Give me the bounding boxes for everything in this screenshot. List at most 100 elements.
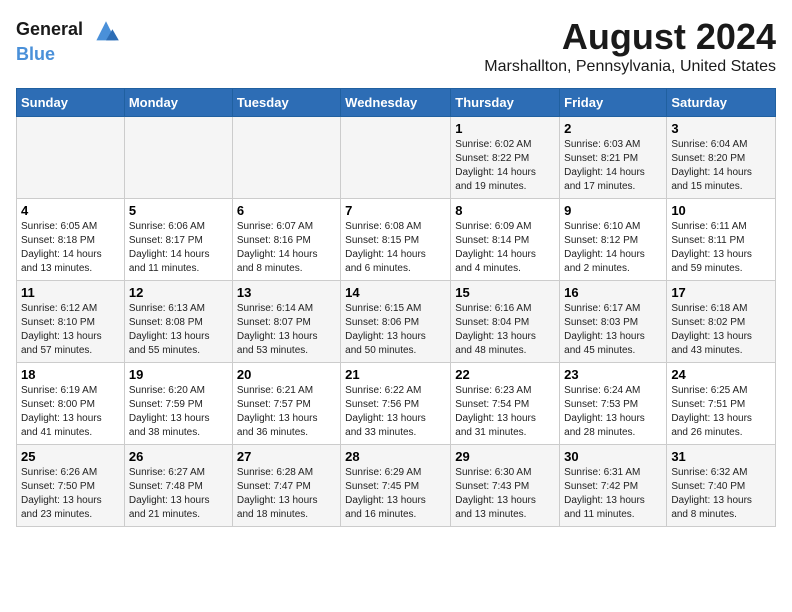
day-number: 1 (455, 121, 555, 136)
day-number: 26 (129, 449, 228, 464)
calendar-cell: 19 Sunrise: 6:20 AM Sunset: 7:59 PM Dayli… (124, 363, 232, 445)
day-info: Sunrise: 6:31 AM Sunset: 7:42 PM Dayligh… (564, 466, 662, 522)
calendar-cell: 28 Sunrise: 6:29 AM Sunset: 7:45 PM Dayli… (341, 445, 451, 527)
calendar-subtitle: Marshallton, Pennsylvania, United States (484, 58, 776, 76)
logo-text-blue: Blue (16, 44, 122, 65)
day-info: Sunrise: 6:12 AM Sunset: 8:10 PM Dayligh… (21, 302, 120, 358)
day-info: Sunrise: 6:17 AM Sunset: 8:03 PM Dayligh… (564, 302, 662, 358)
day-number: 30 (564, 449, 662, 464)
day-info: Sunrise: 6:10 AM Sunset: 8:12 PM Dayligh… (564, 220, 662, 276)
day-info: Sunrise: 6:14 AM Sunset: 8:07 PM Dayligh… (237, 302, 336, 358)
calendar-title: August 2024 (484, 16, 776, 58)
day-info: Sunrise: 6:29 AM Sunset: 7:45 PM Dayligh… (345, 466, 446, 522)
calendar-cell: 25 Sunrise: 6:26 AM Sunset: 7:50 PM Dayli… (17, 445, 125, 527)
calendar-cell: 4Sunrise: 6:05 AM Sunset: 8:18 PM Daylig… (17, 199, 125, 281)
day-info: Sunrise: 6:32 AM Sunset: 7:40 PM Dayligh… (671, 466, 771, 522)
calendar-week-2: 4Sunrise: 6:05 AM Sunset: 8:18 PM Daylig… (17, 199, 776, 281)
header-day-saturday: Saturday (667, 89, 776, 117)
day-info: Sunrise: 6:16 AM Sunset: 8:04 PM Dayligh… (455, 302, 555, 358)
calendar-week-4: 18 Sunrise: 6:19 AM Sunset: 8:00 PM Dayli… (17, 363, 776, 445)
calendar-cell: 20Sunrise: 6:21 AM Sunset: 7:57 PM Dayli… (232, 363, 340, 445)
day-info: Sunrise: 6:18 AM Sunset: 8:02 PM Dayligh… (671, 302, 771, 358)
title-section: August 2024 Marshallton, Pennsylvania, U… (484, 16, 776, 76)
day-number: 7 (345, 203, 446, 218)
header-day-tuesday: Tuesday (232, 89, 340, 117)
day-number: 9 (564, 203, 662, 218)
day-number: 15 (455, 285, 555, 300)
header-day-sunday: Sunday (17, 89, 125, 117)
day-info: Sunrise: 6:04 AM Sunset: 8:20 PM Dayligh… (671, 138, 771, 194)
day-info: Sunrise: 6:26 AM Sunset: 7:50 PM Dayligh… (21, 466, 120, 522)
calendar-cell: 30 Sunrise: 6:31 AM Sunset: 7:42 PM Dayli… (560, 445, 667, 527)
calendar-week-5: 25 Sunrise: 6:26 AM Sunset: 7:50 PM Dayli… (17, 445, 776, 527)
day-number: 18 (21, 367, 120, 382)
calendar-cell: 13 Sunrise: 6:14 AM Sunset: 8:07 PM Dayli… (232, 281, 340, 363)
calendar-cell: 5Sunrise: 6:06 AM Sunset: 8:17 PM Daylig… (124, 199, 232, 281)
day-info: Sunrise: 6:13 AM Sunset: 8:08 PM Dayligh… (129, 302, 228, 358)
calendar-cell (17, 117, 125, 199)
calendar-week-3: 11 Sunrise: 6:12 AM Sunset: 8:10 PM Dayli… (17, 281, 776, 363)
calendar-header: SundayMondayTuesdayWednesdayThursdayFrid… (17, 89, 776, 117)
calendar-cell: 23Sunrise: 6:24 AM Sunset: 7:53 PM Dayli… (560, 363, 667, 445)
day-number: 3 (671, 121, 771, 136)
day-number: 23 (564, 367, 662, 382)
day-info: Sunrise: 6:21 AM Sunset: 7:57 PM Dayligh… (237, 384, 336, 440)
day-number: 8 (455, 203, 555, 218)
calendar-cell (232, 117, 340, 199)
day-info: Sunrise: 6:28 AM Sunset: 7:47 PM Dayligh… (237, 466, 336, 522)
day-info: Sunrise: 6:07 AM Sunset: 8:16 PM Dayligh… (237, 220, 336, 276)
day-number: 2 (564, 121, 662, 136)
logo-icon (90, 16, 122, 44)
day-info: Sunrise: 6:25 AM Sunset: 7:51 PM Dayligh… (671, 384, 771, 440)
calendar-cell: 12Sunrise: 6:13 AM Sunset: 8:08 PM Dayli… (124, 281, 232, 363)
calendar-cell: 2 Sunrise: 6:03 AM Sunset: 8:21 PM Daylig… (560, 117, 667, 199)
calendar-table: SundayMondayTuesdayWednesdayThursdayFrid… (16, 88, 776, 527)
header-day-friday: Friday (560, 89, 667, 117)
day-info: Sunrise: 6:08 AM Sunset: 8:15 PM Dayligh… (345, 220, 446, 276)
calendar-cell: 31Sunrise: 6:32 AM Sunset: 7:40 PM Dayli… (667, 445, 776, 527)
calendar-cell: 15 Sunrise: 6:16 AM Sunset: 8:04 PM Dayli… (451, 281, 560, 363)
calendar-cell: 26 Sunrise: 6:27 AM Sunset: 7:48 PM Dayli… (124, 445, 232, 527)
day-info: Sunrise: 6:23 AM Sunset: 7:54 PM Dayligh… (455, 384, 555, 440)
logo: General Blue (16, 16, 122, 65)
calendar-cell: 3 Sunrise: 6:04 AM Sunset: 8:20 PM Daylig… (667, 117, 776, 199)
day-info: Sunrise: 6:03 AM Sunset: 8:21 PM Dayligh… (564, 138, 662, 194)
day-number: 21 (345, 367, 446, 382)
day-number: 6 (237, 203, 336, 218)
day-number: 28 (345, 449, 446, 464)
calendar-cell: 11 Sunrise: 6:12 AM Sunset: 8:10 PM Dayli… (17, 281, 125, 363)
header-day-thursday: Thursday (451, 89, 560, 117)
day-info: Sunrise: 6:15 AM Sunset: 8:06 PM Dayligh… (345, 302, 446, 358)
day-info: Sunrise: 6:20 AM Sunset: 7:59 PM Dayligh… (129, 384, 228, 440)
logo-text-general: General (16, 19, 83, 39)
day-info: Sunrise: 6:27 AM Sunset: 7:48 PM Dayligh… (129, 466, 228, 522)
day-number: 14 (345, 285, 446, 300)
calendar-cell: 8Sunrise: 6:09 AM Sunset: 8:14 PM Daylig… (451, 199, 560, 281)
day-number: 5 (129, 203, 228, 218)
calendar-cell: 17Sunrise: 6:18 AM Sunset: 8:02 PM Dayli… (667, 281, 776, 363)
calendar-cell: 18 Sunrise: 6:19 AM Sunset: 8:00 PM Dayli… (17, 363, 125, 445)
calendar-cell: 24Sunrise: 6:25 AM Sunset: 7:51 PM Dayli… (667, 363, 776, 445)
day-number: 11 (21, 285, 120, 300)
day-info: Sunrise: 6:19 AM Sunset: 8:00 PM Dayligh… (21, 384, 120, 440)
calendar-cell: 27Sunrise: 6:28 AM Sunset: 7:47 PM Dayli… (232, 445, 340, 527)
calendar-cell: 7 Sunrise: 6:08 AM Sunset: 8:15 PM Daylig… (341, 199, 451, 281)
calendar-body: 1Sunrise: 6:02 AM Sunset: 8:22 PM Daylig… (17, 117, 776, 527)
day-number: 22 (455, 367, 555, 382)
calendar-cell (124, 117, 232, 199)
header-row: SundayMondayTuesdayWednesdayThursdayFrid… (17, 89, 776, 117)
header: General Blue August 2024 Marshallton, Pe… (16, 16, 776, 76)
header-day-monday: Monday (124, 89, 232, 117)
day-number: 13 (237, 285, 336, 300)
day-number: 25 (21, 449, 120, 464)
calendar-cell: 29Sunrise: 6:30 AM Sunset: 7:43 PM Dayli… (451, 445, 560, 527)
calendar-cell: 16 Sunrise: 6:17 AM Sunset: 8:03 PM Dayli… (560, 281, 667, 363)
calendar-cell: 1Sunrise: 6:02 AM Sunset: 8:22 PM Daylig… (451, 117, 560, 199)
day-number: 19 (129, 367, 228, 382)
day-info: Sunrise: 6:30 AM Sunset: 7:43 PM Dayligh… (455, 466, 555, 522)
calendar-week-1: 1Sunrise: 6:02 AM Sunset: 8:22 PM Daylig… (17, 117, 776, 199)
day-number: 16 (564, 285, 662, 300)
calendar-cell (341, 117, 451, 199)
day-number: 4 (21, 203, 120, 218)
calendar-cell: 21Sunrise: 6:22 AM Sunset: 7:56 PM Dayli… (341, 363, 451, 445)
